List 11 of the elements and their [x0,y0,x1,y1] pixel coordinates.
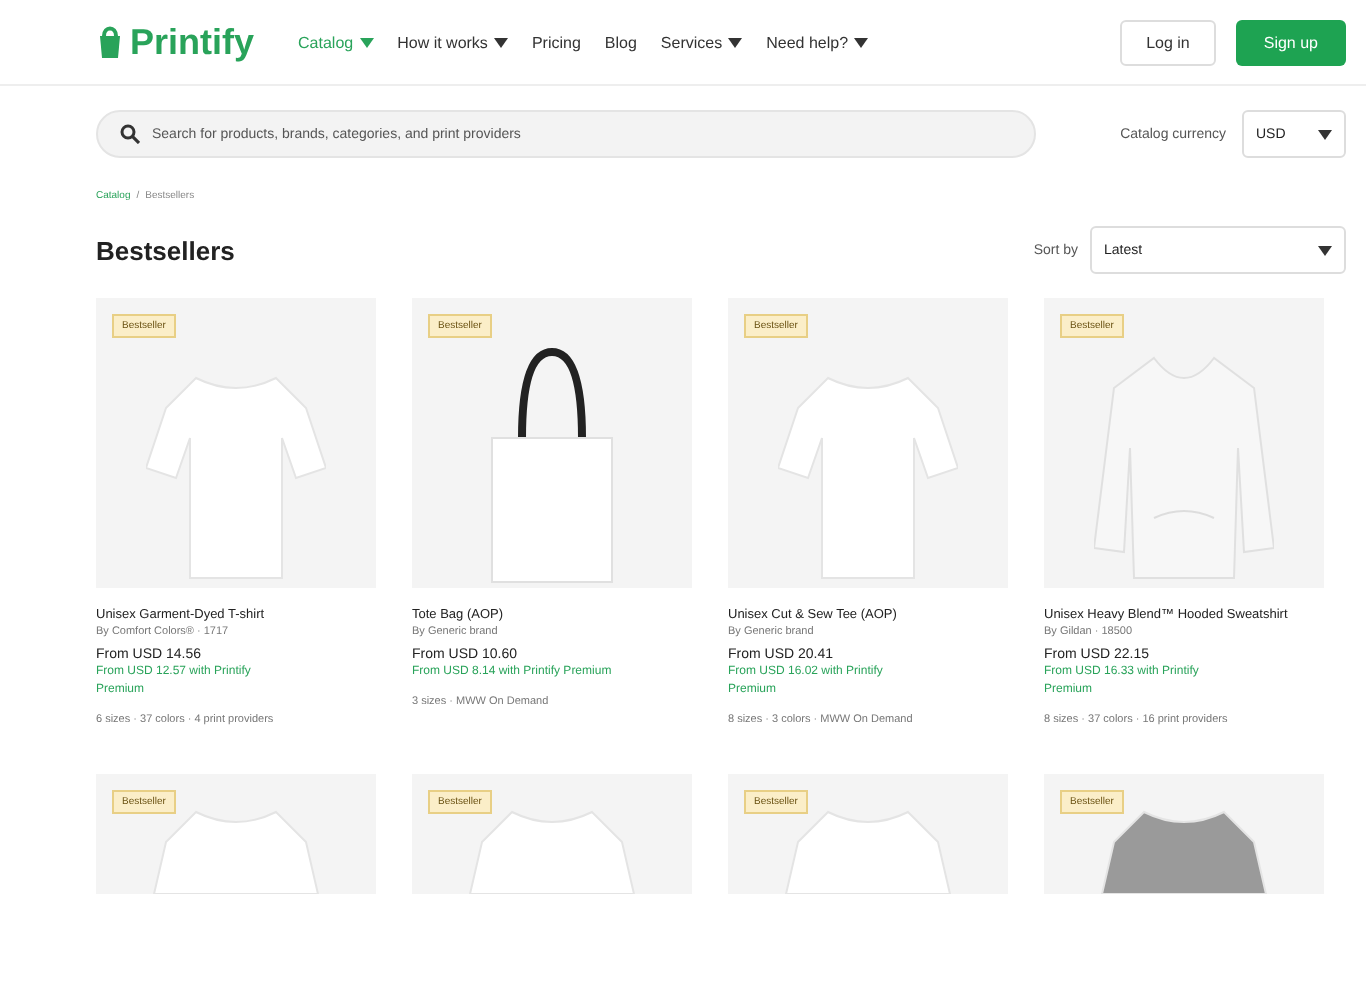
nav-link[interactable]: Services [660,33,743,51]
nav-link[interactable]: Blog [604,33,637,51]
caret-icon [1318,245,1332,255]
page-title: Bestsellers [96,235,235,265]
nav-link[interactable]: Pricing [531,33,581,51]
search-icon [120,124,140,144]
nav-link[interactable]: Need help? [766,33,869,51]
caret-icon [1318,129,1332,139]
bag-logo-icon [96,24,124,60]
nav-link[interactable]: How it works [397,33,508,51]
login-button[interactable]: Log in [1120,19,1216,65]
